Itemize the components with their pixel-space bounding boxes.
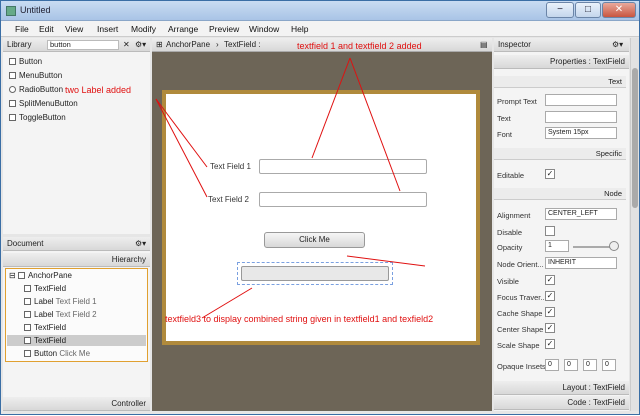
annotation-arrows-left — [155, 98, 208, 198]
app-window: Untitled − □ ✕ File Edit View Insert Mod… — [0, 0, 640, 415]
arrow-to-label-1 — [155, 98, 208, 168]
arrow-to-label-2 — [155, 98, 208, 198]
